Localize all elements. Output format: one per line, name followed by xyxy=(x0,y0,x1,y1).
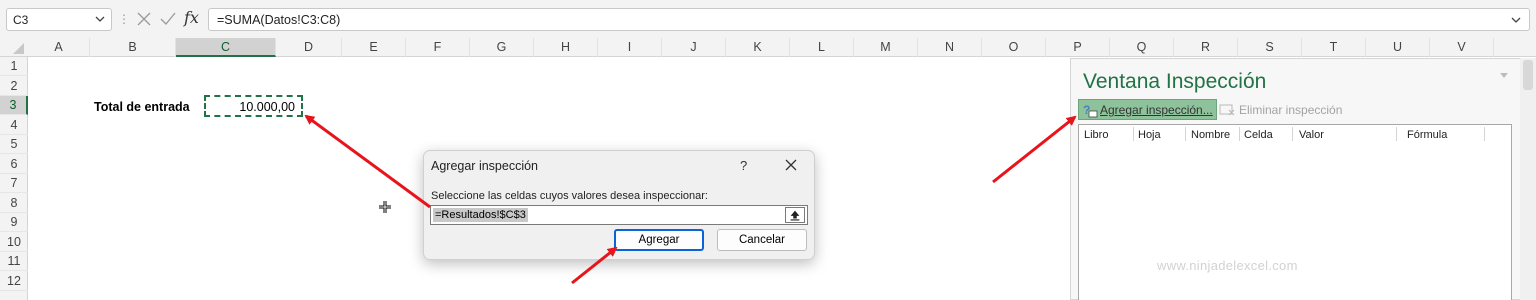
column-separator xyxy=(1239,127,1240,141)
column-headers: ABCDEFGHIJKLMNOPQRSTUV xyxy=(0,38,1536,57)
column-header-n[interactable]: N xyxy=(918,38,982,57)
add-watch-label: Agregar inspección... xyxy=(1100,103,1213,117)
column-header-t[interactable]: T xyxy=(1302,38,1366,57)
column-header-f[interactable]: F xyxy=(406,38,470,57)
collapse-dialog-icon[interactable] xyxy=(785,207,805,223)
column-header-m[interactable]: M xyxy=(854,38,918,57)
column-separator xyxy=(1396,127,1397,141)
row-header-7[interactable]: 7 xyxy=(0,174,28,193)
select-all-corner[interactable] xyxy=(0,38,28,57)
col-hoja[interactable]: Hoja xyxy=(1138,129,1161,141)
col-libro[interactable]: Libro xyxy=(1084,129,1108,141)
column-header-a[interactable]: A xyxy=(28,38,90,57)
column-separator xyxy=(1484,127,1485,141)
insert-function-button[interactable]: fx xyxy=(184,8,199,27)
row-header-12[interactable]: 12 xyxy=(0,272,28,291)
column-header-c[interactable]: C xyxy=(176,38,276,57)
checkmark-icon[interactable] xyxy=(158,9,178,29)
column-header-v[interactable]: V xyxy=(1430,38,1494,57)
column-header-o[interactable]: O xyxy=(982,38,1046,57)
row-header-9[interactable]: 9 xyxy=(0,213,28,232)
add-button[interactable]: Agregar xyxy=(614,229,704,251)
cancel-x-icon[interactable] xyxy=(134,9,154,29)
row-header-6[interactable]: 6 xyxy=(0,155,28,174)
add-watch-icon: ? xyxy=(1083,103,1098,118)
move-cursor-icon xyxy=(379,201,391,213)
row-header-11[interactable]: 11 xyxy=(0,252,28,271)
column-header-u[interactable]: U xyxy=(1366,38,1430,57)
column-header-h[interactable]: H xyxy=(534,38,598,57)
col-nombre[interactable]: Nombre xyxy=(1191,129,1230,141)
watermark-text: www.ninjadelexcel.com xyxy=(1157,258,1298,273)
cancel-button[interactable]: Cancelar xyxy=(717,229,807,251)
delete-watch-button[interactable]: Eliminar inspección xyxy=(1239,103,1342,117)
column-header-j[interactable]: J xyxy=(662,38,726,57)
dialog-prompt: Seleccione las celdas cuyos valores dese… xyxy=(431,190,708,202)
dialog-title: Agregar inspección xyxy=(431,159,539,173)
row-header-10[interactable]: 10 xyxy=(0,233,28,252)
formula-bar: C3 ⋮ fx =SUMA(Datos!C3:C8) xyxy=(0,0,1536,38)
column-separator xyxy=(1292,127,1293,141)
col-valor[interactable]: Valor xyxy=(1299,129,1324,141)
column-header-q[interactable]: Q xyxy=(1110,38,1174,57)
column-separator xyxy=(1133,127,1134,141)
column-header-g[interactable]: G xyxy=(470,38,534,57)
cell-b3[interactable]: Total de entrada xyxy=(94,100,190,114)
column-header-p[interactable]: P xyxy=(1046,38,1110,57)
cell-reference-value: =Resultados!$C$3 xyxy=(433,208,528,222)
pane-options-icon[interactable] xyxy=(1499,72,1509,80)
chevron-down-icon[interactable] xyxy=(95,14,105,24)
col-formula[interactable]: Fórmula xyxy=(1407,129,1447,141)
delete-watch-icon[interactable] xyxy=(1219,101,1235,117)
row-headers: 1 2 3 4 5 6 7 8 9 10 11 12 xyxy=(0,57,28,300)
column-header-i[interactable]: I xyxy=(598,38,662,57)
name-box-value: C3 xyxy=(13,13,29,27)
watch-list[interactable]: Libro Hoja Nombre Celda Valor Fórmula ww… xyxy=(1078,124,1512,300)
help-button[interactable]: ? xyxy=(740,158,747,173)
column-header-d[interactable]: D xyxy=(276,38,342,57)
column-header-b[interactable]: B xyxy=(90,38,176,57)
column-header-r[interactable]: R xyxy=(1174,38,1238,57)
column-header-e[interactable]: E xyxy=(342,38,406,57)
row-header-1[interactable]: 1 xyxy=(0,57,28,76)
row-header-5[interactable]: 5 xyxy=(0,135,28,154)
column-separator xyxy=(1185,127,1186,141)
column-header-k[interactable]: K xyxy=(726,38,790,57)
row-header-2[interactable]: 2 xyxy=(0,77,28,96)
name-box[interactable]: C3 xyxy=(6,8,112,31)
row-header-3[interactable]: 3 xyxy=(0,96,28,115)
column-header-l[interactable]: L xyxy=(790,38,854,57)
watch-window: Ventana Inspección ? Agregar inspección.… xyxy=(1070,58,1522,300)
formula-bar-separator: ⋮ xyxy=(118,12,130,26)
formula-value: =SUMA(Datos!C3:C8) xyxy=(217,13,341,27)
cell-c3-value: 10.000,00 xyxy=(239,100,295,114)
row-header-8[interactable]: 8 xyxy=(0,194,28,213)
cell-reference-input[interactable]: =Resultados!$C$3 xyxy=(430,205,808,225)
add-watch-button[interactable]: ? Agregar inspección... xyxy=(1078,99,1217,120)
add-watch-dialog: Agregar inspección ? Seleccione las celd… xyxy=(423,150,815,260)
col-celda[interactable]: Celda xyxy=(1244,129,1273,141)
watch-window-title: Ventana Inspección xyxy=(1083,70,1267,93)
scrollbar-thumb[interactable] xyxy=(1523,60,1533,90)
row-header-4[interactable]: 4 xyxy=(0,116,28,135)
chevron-down-icon[interactable] xyxy=(1511,15,1521,25)
cell-c3-selected[interactable]: 10.000,00 xyxy=(204,95,303,117)
column-header-s[interactable]: S xyxy=(1238,38,1302,57)
formula-input[interactable]: =SUMA(Datos!C3:C8) xyxy=(208,8,1530,31)
vertical-scrollbar[interactable] xyxy=(1520,58,1536,300)
close-icon[interactable] xyxy=(784,158,798,172)
